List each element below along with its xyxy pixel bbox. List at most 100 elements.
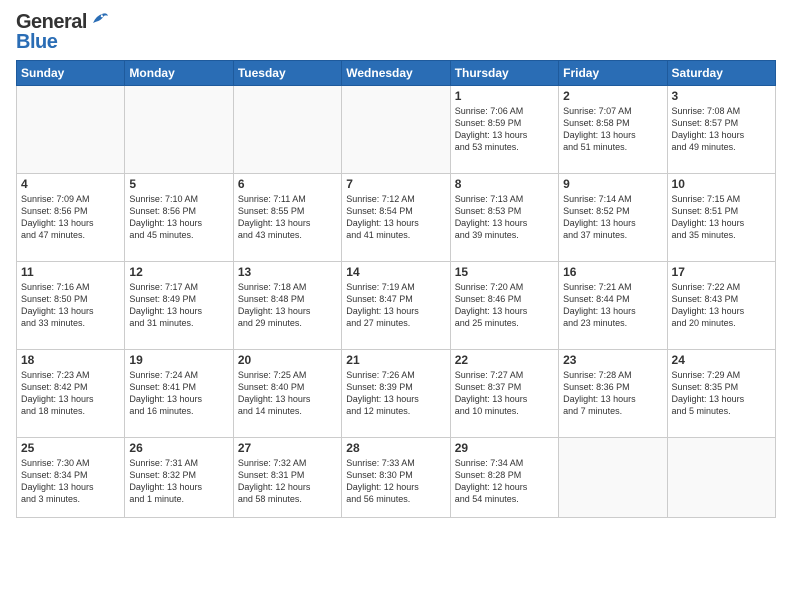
logo-general: General xyxy=(16,12,108,32)
calendar-cell: 22Sunrise: 7:27 AM Sunset: 8:37 PM Dayli… xyxy=(450,350,558,438)
calendar-cell: 9 Sunrise: 7:14 AM Sunset: 8:52 PM Daylig… xyxy=(559,174,667,262)
day-info: Sunrise: 7:20 AM Sunset: 8:46 PM Dayligh… xyxy=(455,281,554,330)
calendar-cell: 4 Sunrise: 7:09 AM Sunset: 8:56 PM Daylig… xyxy=(17,174,125,262)
calendar-cell: 29Sunrise: 7:34 AM Sunset: 8:28 PM Dayli… xyxy=(450,438,558,518)
calendar-cell xyxy=(559,438,667,518)
day-info: Sunrise: 7:11 AM Sunset: 8:55 PM Dayligh… xyxy=(238,193,337,242)
calendar-cell: 5Sunrise: 7:10 AM Sunset: 8:56 PM Daylig… xyxy=(125,174,233,262)
calendar-cell: 16Sunrise: 7:21 AM Sunset: 8:44 PM Dayli… xyxy=(559,262,667,350)
calendar-cell xyxy=(233,86,341,174)
calendar-cell: 11 Sunrise: 7:16 AM Sunset: 8:50 PM Dayli… xyxy=(17,262,125,350)
header-tuesday: Tuesday xyxy=(233,61,341,86)
calendar-cell: 26 Sunrise: 7:31 AM Sunset: 8:32 PM Dayli… xyxy=(125,438,233,518)
day-number: 18 xyxy=(21,353,120,367)
day-info: Sunrise: 7:22 AM Sunset: 8:43 PM Dayligh… xyxy=(672,281,771,330)
calendar-cell: 7 Sunrise: 7:12 AM Sunset: 8:54 PM Daylig… xyxy=(342,174,450,262)
calendar-cell xyxy=(17,86,125,174)
calendar-cell: 27 Sunrise: 7:32 AM Sunset: 8:31 PM Dayli… xyxy=(233,438,341,518)
calendar-header-row: SundayMondayTuesdayWednesdayThursdayFrid… xyxy=(17,61,776,86)
day-number: 12 xyxy=(129,265,228,279)
day-number: 8 xyxy=(455,177,554,191)
calendar-cell: 23 Sunrise: 7:28 AM Sunset: 8:36 PM Dayli… xyxy=(559,350,667,438)
day-number: 3 xyxy=(672,89,771,103)
day-number: 28 xyxy=(346,441,445,455)
logo-bird-icon xyxy=(90,11,108,29)
day-number: 13 xyxy=(238,265,337,279)
calendar-cell: 1 Sunrise: 7:06 AM Sunset: 8:59 PM Daylig… xyxy=(450,86,558,174)
calendar-cell: 14Sunrise: 7:19 AM Sunset: 8:47 PM Dayli… xyxy=(342,262,450,350)
day-number: 27 xyxy=(238,441,337,455)
day-info: Sunrise: 7:13 AM Sunset: 8:53 PM Dayligh… xyxy=(455,193,554,242)
day-number: 22 xyxy=(455,353,554,367)
day-number: 23 xyxy=(563,353,662,367)
day-info: Sunrise: 7:15 AM Sunset: 8:51 PM Dayligh… xyxy=(672,193,771,242)
day-info: Sunrise: 7:28 AM Sunset: 8:36 PM Dayligh… xyxy=(563,369,662,418)
day-info: Sunrise: 7:29 AM Sunset: 8:35 PM Dayligh… xyxy=(672,369,771,418)
day-number: 26 xyxy=(129,441,228,455)
day-number: 1 xyxy=(455,89,554,103)
day-number: 7 xyxy=(346,177,445,191)
calendar-cell: 21Sunrise: 7:26 AM Sunset: 8:39 PM Dayli… xyxy=(342,350,450,438)
day-number: 29 xyxy=(455,441,554,455)
day-number: 9 xyxy=(563,177,662,191)
day-info: Sunrise: 7:30 AM Sunset: 8:34 PM Dayligh… xyxy=(21,457,120,506)
header-wednesday: Wednesday xyxy=(342,61,450,86)
header-friday: Friday xyxy=(559,61,667,86)
day-info: Sunrise: 7:09 AM Sunset: 8:56 PM Dayligh… xyxy=(21,193,120,242)
day-info: Sunrise: 7:08 AM Sunset: 8:57 PM Dayligh… xyxy=(672,105,771,154)
week-row-4: 18 Sunrise: 7:23 AM Sunset: 8:42 PM Dayli… xyxy=(17,350,776,438)
day-info: Sunrise: 7:19 AM Sunset: 8:47 PM Dayligh… xyxy=(346,281,445,330)
logo-blue: Blue xyxy=(16,32,108,52)
calendar-cell: 10 Sunrise: 7:15 AM Sunset: 8:51 PM Dayli… xyxy=(667,174,775,262)
day-number: 11 xyxy=(21,265,120,279)
day-number: 2 xyxy=(563,89,662,103)
day-number: 15 xyxy=(455,265,554,279)
day-number: 4 xyxy=(21,177,120,191)
logo: General Blue xyxy=(16,12,108,52)
header: General Blue xyxy=(16,12,776,52)
calendar-cell xyxy=(342,86,450,174)
day-number: 20 xyxy=(238,353,337,367)
day-info: Sunrise: 7:12 AM Sunset: 8:54 PM Dayligh… xyxy=(346,193,445,242)
day-info: Sunrise: 7:17 AM Sunset: 8:49 PM Dayligh… xyxy=(129,281,228,330)
day-info: Sunrise: 7:21 AM Sunset: 8:44 PM Dayligh… xyxy=(563,281,662,330)
header-thursday: Thursday xyxy=(450,61,558,86)
day-number: 24 xyxy=(672,353,771,367)
day-info: Sunrise: 7:06 AM Sunset: 8:59 PM Dayligh… xyxy=(455,105,554,154)
calendar-cell: 28 Sunrise: 7:33 AM Sunset: 8:30 PM Dayli… xyxy=(342,438,450,518)
page: General Blue SundayMondayTuesdayWednesda… xyxy=(0,0,792,612)
calendar-cell xyxy=(125,86,233,174)
week-row-1: 1 Sunrise: 7:06 AM Sunset: 8:59 PM Daylig… xyxy=(17,86,776,174)
day-info: Sunrise: 7:18 AM Sunset: 8:48 PM Dayligh… xyxy=(238,281,337,330)
calendar-cell: 6 Sunrise: 7:11 AM Sunset: 8:55 PM Daylig… xyxy=(233,174,341,262)
day-info: Sunrise: 7:16 AM Sunset: 8:50 PM Dayligh… xyxy=(21,281,120,330)
calendar-cell: 17Sunrise: 7:22 AM Sunset: 8:43 PM Dayli… xyxy=(667,262,775,350)
day-number: 25 xyxy=(21,441,120,455)
day-info: Sunrise: 7:31 AM Sunset: 8:32 PM Dayligh… xyxy=(129,457,228,506)
day-info: Sunrise: 7:25 AM Sunset: 8:40 PM Dayligh… xyxy=(238,369,337,418)
calendar-cell: 20 Sunrise: 7:25 AM Sunset: 8:40 PM Dayli… xyxy=(233,350,341,438)
day-number: 6 xyxy=(238,177,337,191)
week-row-3: 11 Sunrise: 7:16 AM Sunset: 8:50 PM Dayli… xyxy=(17,262,776,350)
calendar-cell: 13 Sunrise: 7:18 AM Sunset: 8:48 PM Dayli… xyxy=(233,262,341,350)
day-number: 19 xyxy=(129,353,228,367)
day-info: Sunrise: 7:07 AM Sunset: 8:58 PM Dayligh… xyxy=(563,105,662,154)
calendar-cell: 18 Sunrise: 7:23 AM Sunset: 8:42 PM Dayli… xyxy=(17,350,125,438)
day-info: Sunrise: 7:33 AM Sunset: 8:30 PM Dayligh… xyxy=(346,457,445,506)
day-info: Sunrise: 7:32 AM Sunset: 8:31 PM Dayligh… xyxy=(238,457,337,506)
calendar-cell xyxy=(667,438,775,518)
calendar-cell: 24 Sunrise: 7:29 AM Sunset: 8:35 PM Dayli… xyxy=(667,350,775,438)
week-row-5: 25 Sunrise: 7:30 AM Sunset: 8:34 PM Dayli… xyxy=(17,438,776,518)
calendar-cell: 12 Sunrise: 7:17 AM Sunset: 8:49 PM Dayli… xyxy=(125,262,233,350)
week-row-2: 4 Sunrise: 7:09 AM Sunset: 8:56 PM Daylig… xyxy=(17,174,776,262)
calendar-cell: 19Sunrise: 7:24 AM Sunset: 8:41 PM Dayli… xyxy=(125,350,233,438)
header-sunday: Sunday xyxy=(17,61,125,86)
day-info: Sunrise: 7:14 AM Sunset: 8:52 PM Dayligh… xyxy=(563,193,662,242)
calendar-cell: 8 Sunrise: 7:13 AM Sunset: 8:53 PM Daylig… xyxy=(450,174,558,262)
day-number: 10 xyxy=(672,177,771,191)
calendar-cell: 25 Sunrise: 7:30 AM Sunset: 8:34 PM Dayli… xyxy=(17,438,125,518)
calendar-cell: 2 Sunrise: 7:07 AM Sunset: 8:58 PM Daylig… xyxy=(559,86,667,174)
day-number: 21 xyxy=(346,353,445,367)
calendar-table: SundayMondayTuesdayWednesdayThursdayFrid… xyxy=(16,60,776,518)
day-info: Sunrise: 7:23 AM Sunset: 8:42 PM Dayligh… xyxy=(21,369,120,418)
